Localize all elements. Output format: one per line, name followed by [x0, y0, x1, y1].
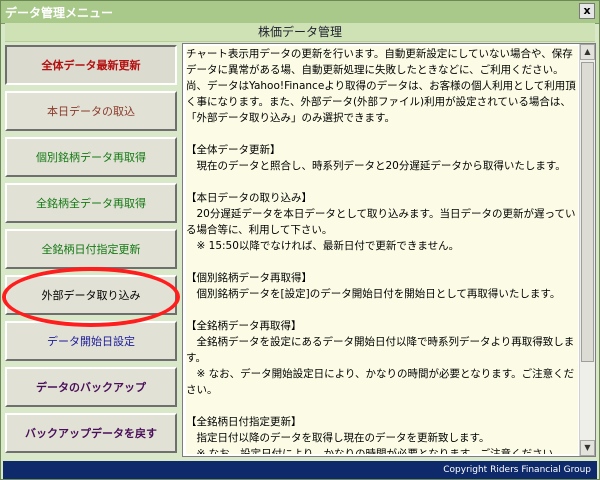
restore-backup-button[interactable]: バックアップデータを戻す — [5, 413, 177, 453]
data-management-window: データ管理メニュー x 株価データ管理 全体データ最新更新 本日データの取込 個… — [0, 0, 600, 480]
update-all-by-date-button[interactable]: 全銘柄日付指定更新 — [5, 229, 177, 269]
window-title: データ管理メニュー — [5, 6, 114, 20]
refetch-individual-stock-button[interactable]: 個別銘柄データ再取得 — [5, 137, 177, 177]
button-label: 全銘柄全データ再取得 — [36, 197, 146, 210]
vertical-scrollbar[interactable]: ▲ ▼ — [579, 44, 595, 456]
backup-data-button[interactable]: データのバックアップ — [5, 367, 177, 407]
page-title: 株価データ管理 — [5, 23, 595, 42]
scroll-up-arrow-icon[interactable]: ▲ — [580, 44, 595, 60]
button-label: データ開始日設定 — [47, 335, 135, 348]
button-label: 本日データの取込 — [47, 105, 135, 118]
update-all-data-button[interactable]: 全体データ最新更新 — [5, 45, 177, 85]
button-label: データのバックアップ — [36, 381, 146, 394]
refetch-all-stocks-button[interactable]: 全銘柄全データ再取得 — [5, 183, 177, 223]
title-bar: データ管理メニュー x — [1, 1, 599, 24]
red-highlight-ellipse — [2, 267, 180, 327]
import-today-data-button[interactable]: 本日データの取込 — [5, 91, 177, 131]
button-label: 全銘柄日付指定更新 — [41, 243, 141, 256]
copyright-footer: Copyright Riders Financial Group — [3, 461, 597, 479]
scrollbar-thumb[interactable] — [581, 62, 594, 362]
close-button[interactable]: x — [579, 3, 595, 19]
button-label: 全体データ最新更新 — [41, 59, 141, 72]
description-text: チャート表示用データの更新を行います。自動更新設定にしていない場合や、保存データ… — [186, 46, 578, 454]
scroll-down-arrow-icon[interactable]: ▼ — [580, 440, 595, 456]
description-panel[interactable]: チャート表示用データの更新を行います。自動更新設定にしていない場合や、保存データ… — [182, 43, 596, 457]
button-label: 個別銘柄データ再取得 — [36, 151, 146, 164]
set-data-start-date-button[interactable]: データ開始日設定 — [5, 321, 177, 361]
button-label: バックアップデータを戻す — [25, 427, 157, 440]
